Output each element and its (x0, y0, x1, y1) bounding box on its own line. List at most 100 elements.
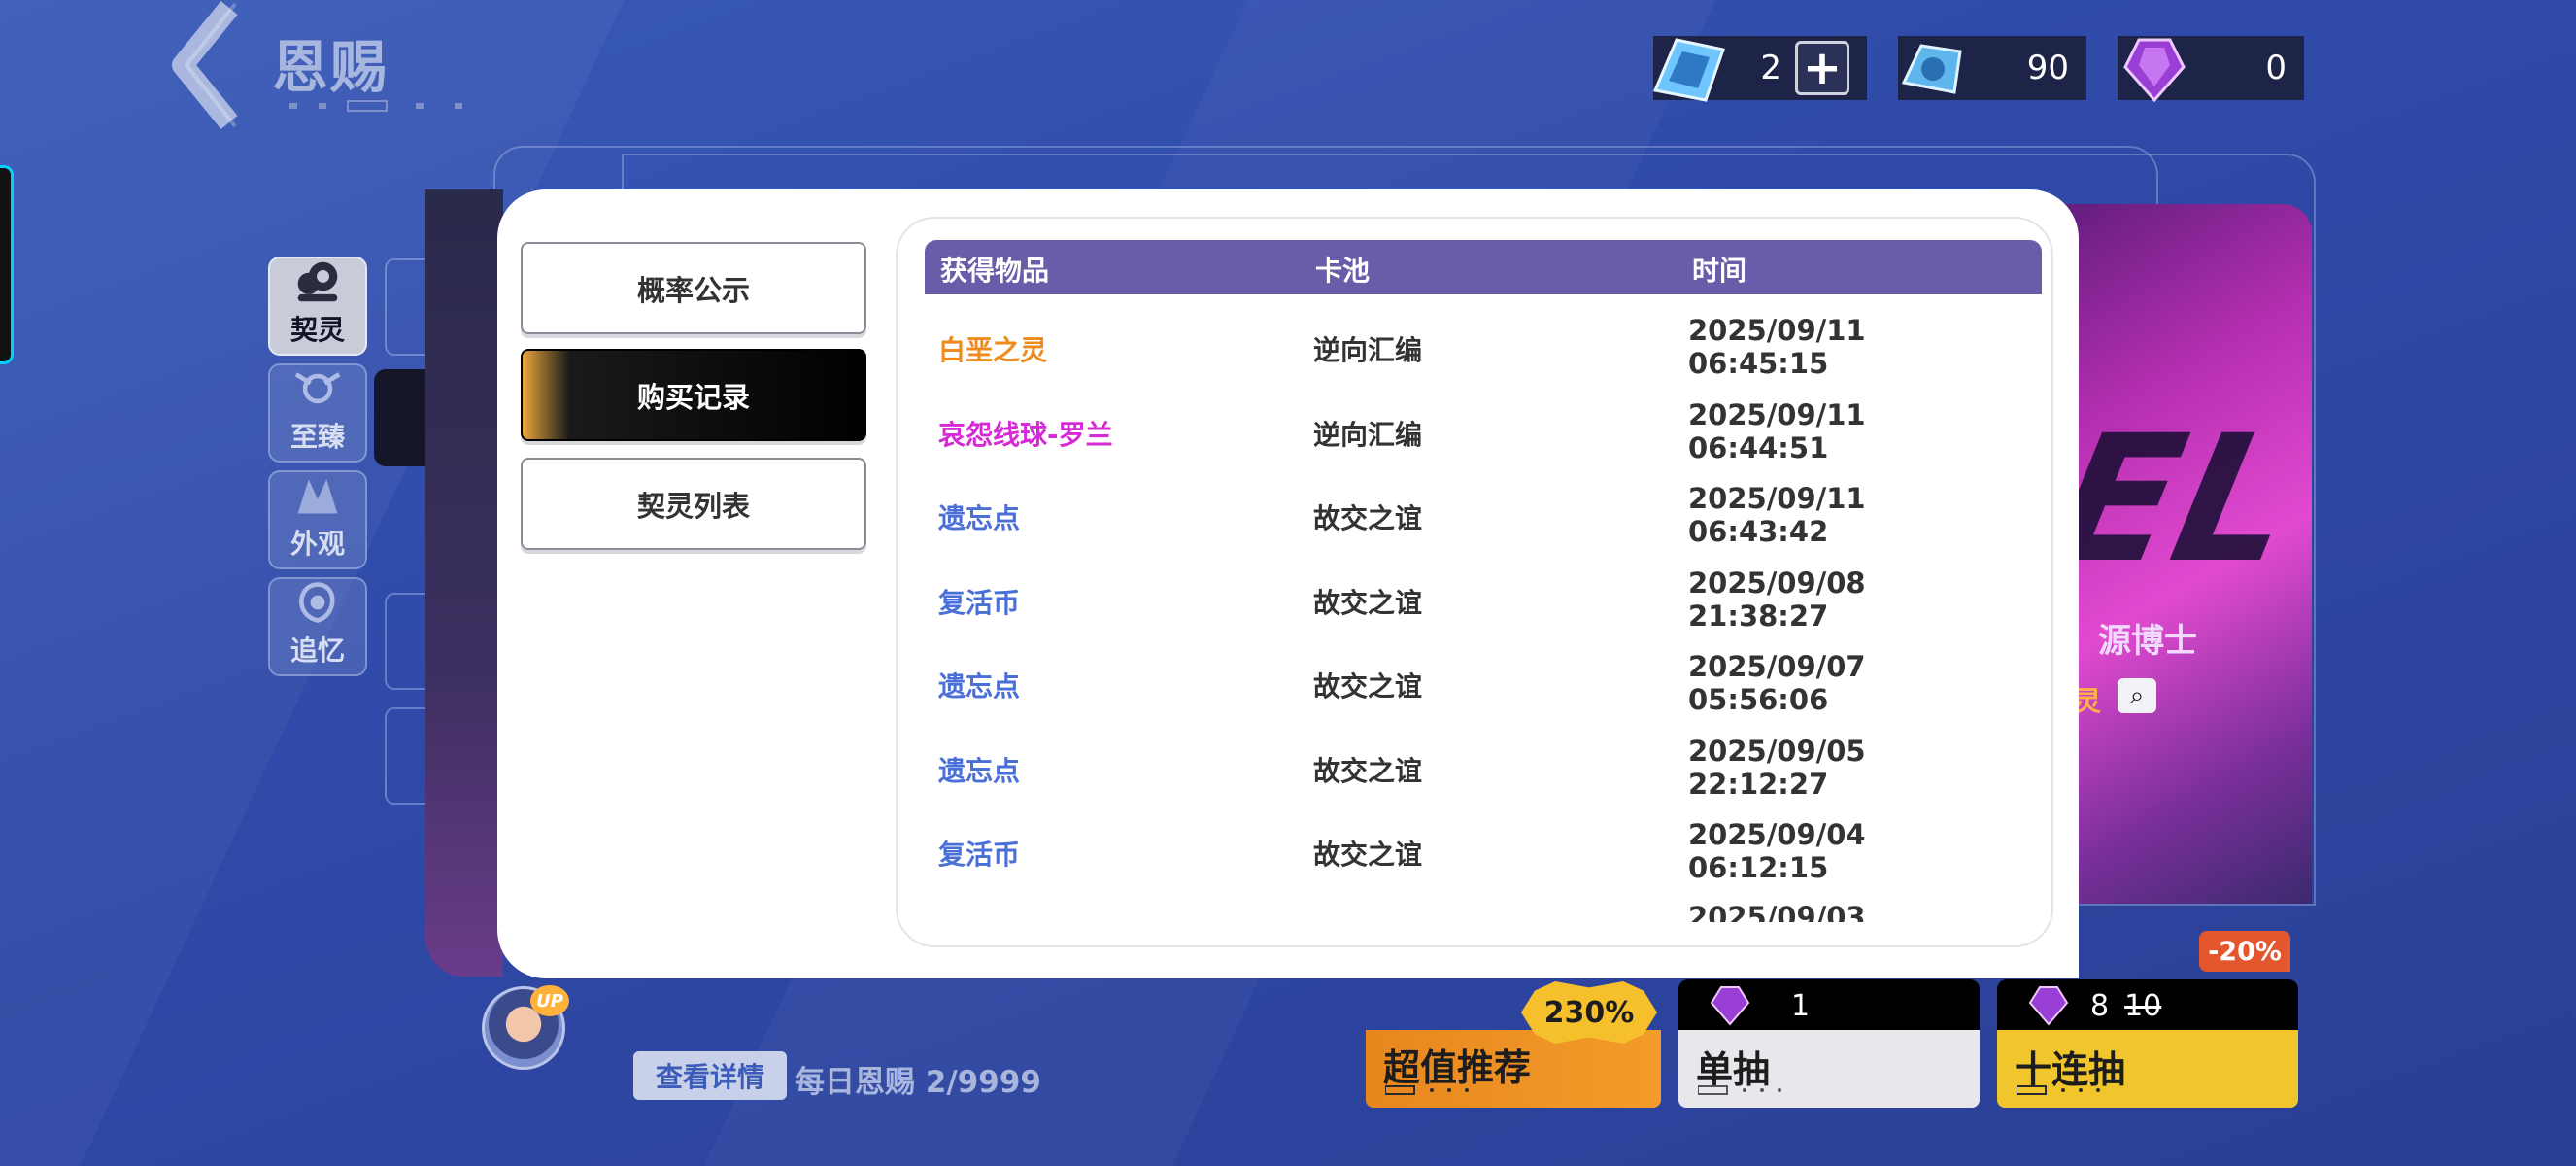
currency-ticket: 2 + (1652, 36, 1867, 102)
row-date: 2025/09/04 (1688, 818, 1866, 851)
row-time: 2025/09/03 (1688, 901, 1866, 922)
row-item: 复活币 (938, 586, 1021, 619)
table-header: 获得物品 卡池 时间 (925, 240, 2042, 294)
table-row: 遗忘点 故交之谊 2025/09/11 06:43:42 (925, 470, 2042, 554)
row-date: 2025/09/07 (1688, 650, 1866, 683)
row-item: 遗忘点 (938, 670, 1021, 703)
purple-gem-icon (2028, 986, 2069, 1026)
category-tab-zhizhen[interactable]: 至臻 (268, 363, 367, 463)
category-tab-waiguan[interactable]: 外观 (268, 470, 367, 569)
row-time: 2025/09/07 05:56:06 (1688, 650, 1866, 716)
back-button[interactable] (153, 0, 251, 131)
row-clock: 06:43:42 (1688, 515, 1829, 548)
record-table: 获得物品 卡池 时间 白垩之灵 逆向汇编 2025/09/11 06:45:15 哀怨线… (896, 217, 2053, 947)
row-item: 白垩之灵 (938, 334, 1048, 366)
row-time: 2025/09/11 06:44:51 (1688, 398, 1866, 464)
category-tab-zhuiyi[interactable]: 追忆 (268, 577, 367, 676)
row-clock: 06:45:15 (1688, 347, 1829, 380)
row-date: 2025/09/11 (1688, 482, 1866, 515)
row-clock: 06:44:51 (1688, 430, 1829, 464)
appearance-icon (297, 479, 338, 514)
currency-gem-value: 0 (2265, 49, 2287, 87)
table-row: 哀怨线球-罗兰 逆向汇编 2025/09/11 06:44:51 (925, 387, 2042, 470)
title-decoration (289, 100, 462, 112)
table-row: 复活币 故交之谊 2025/09/08 21:38:27 (925, 555, 2042, 638)
currency-gem: 0 (2118, 36, 2304, 103)
ten-draw-cost: 8 10 (1997, 979, 2298, 1032)
row-pool: 故交之谊 (1313, 839, 1423, 871)
view-details-button[interactable]: 查看详情 (633, 1051, 787, 1100)
table-row: 遗忘点 故交之谊 2025/09/05 22:12:27 (925, 723, 2042, 806)
menu-qiling-list-button[interactable]: 契灵列表 (521, 458, 866, 550)
row-time: 2025/09/11 06:43:42 (1688, 482, 1866, 548)
single-draw-button[interactable]: 1 单抽 (1678, 979, 1980, 1108)
header-time: 时间 (1692, 255, 1747, 287)
category-tab-qiling[interactable]: 契灵 (268, 257, 367, 356)
table-row: 遗忘点 故交之谊 2025/09/07 05:56:06 (925, 638, 2042, 722)
daily-count: 每日恩赐 2/9999 (795, 1065, 1041, 1100)
crystal-ticket-icon (1901, 44, 1962, 94)
dark-side-tab (374, 369, 432, 466)
recommend-label: 超值推荐 (1383, 1046, 1532, 1089)
header-pool: 卡池 (1315, 255, 1371, 287)
row-pool: 故交之谊 (1313, 754, 1423, 787)
table-row: 白垩之灵 逆向汇编 2025/09/11 06:45:15 (925, 302, 2042, 386)
currency-crystal: 90 (1898, 36, 2086, 100)
single-draw-cost: 1 (1678, 979, 1980, 1032)
ten-draw-button[interactable]: 8 10 十连抽 (1997, 979, 2298, 1108)
row-pool: 故交之谊 (1313, 586, 1423, 619)
row-item: 遗忘点 (938, 754, 1021, 787)
ten-draw-label-area: 十连抽 (1997, 1030, 2298, 1108)
chevron-left-icon (172, 1, 238, 129)
row-clock: 22:12:27 (1688, 767, 1829, 801)
row-time: 2025/09/08 21:38:27 (1688, 566, 1866, 633)
decoration-dots (1385, 1085, 1469, 1095)
search-icon[interactable]: ⌕ (2118, 678, 2156, 713)
table-row: 复活币 故交之谊 2025/09/04 06:12:15 (925, 806, 2042, 890)
row-clock: 21:38:27 (1688, 599, 1829, 633)
contract-spirit-icon (297, 261, 338, 302)
discount-badge: -20% (2199, 931, 2290, 972)
row-pool: 逆向汇编 (1313, 334, 1423, 366)
row-item: 遗忘点 (938, 502, 1021, 534)
decoration-dots (1698, 1085, 1781, 1095)
up-badge: UP (530, 985, 569, 1016)
category-label: 契灵 (289, 314, 345, 346)
row-time: 2025/09/05 22:12:27 (1688, 735, 1866, 801)
decoration-dots (2017, 1085, 2100, 1095)
add-ticket-button[interactable]: + (1795, 41, 1849, 95)
banner-character-name: 源博士 (2098, 622, 2197, 661)
header-item: 获得物品 (940, 255, 1050, 287)
supreme-icon (294, 372, 341, 404)
single-draw-label-area: 单抽 (1678, 1030, 1980, 1108)
purchase-record-modal: 概率公示 购买记录 契灵列表 获得物品 卡池 时间 白垩之灵 逆向汇编 2025/0… (497, 189, 2079, 978)
page-title: 恩赐 (272, 34, 390, 100)
row-pool: 故交之谊 (1313, 670, 1423, 703)
ticket-icon (1652, 38, 1725, 102)
ten-original-cost: 10 (2124, 988, 2162, 1023)
category-label: 外观 (289, 528, 345, 560)
currency-crystal-value: 90 (2026, 49, 2069, 87)
row-clock: 06:12:15 (1688, 851, 1829, 884)
category-label: 至臻 (289, 421, 345, 453)
menu-purchase-record-button[interactable]: 购买记录 (521, 349, 866, 441)
banner-graphic: EL (2037, 398, 2312, 601)
row-clock: 05:56:06 (1688, 683, 1829, 716)
ten-cost-value: 8 (2090, 988, 2110, 1023)
purple-gem-icon (1710, 986, 1750, 1026)
side-art-strip (425, 189, 503, 977)
row-time: 2025/09/04 06:12:15 (1688, 818, 1866, 884)
category-label: 追忆 (289, 634, 345, 667)
table-row-partial: 2025/09/03 (925, 889, 2042, 922)
row-item: 复活币 (938, 839, 1021, 871)
value-badge: 230% (1521, 981, 1657, 1044)
row-time: 2025/09/11 06:45:15 (1688, 314, 1866, 380)
row-pool: 故交之谊 (1313, 502, 1423, 534)
menu-probability-button[interactable]: 概率公示 (521, 242, 866, 334)
row-item: 哀怨线球-罗兰 (938, 418, 1113, 451)
purple-gem-icon (2123, 38, 2186, 103)
left-edge-tab[interactable] (0, 165, 14, 364)
currency-ticket-value: 2 (1760, 49, 1781, 87)
row-pool: 逆向汇编 (1313, 418, 1423, 451)
row-date: 2025/09/08 (1688, 566, 1866, 600)
